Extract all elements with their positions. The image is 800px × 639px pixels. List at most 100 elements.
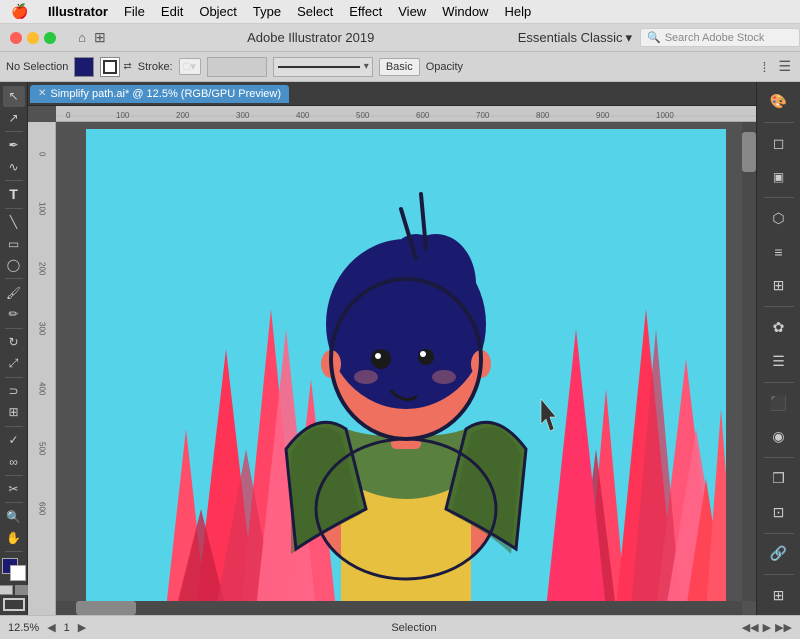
- appearance-btn[interactable]: ⬛: [763, 388, 795, 419]
- type-tool[interactable]: T: [3, 184, 25, 205]
- pencil-tool[interactable]: ✏: [3, 304, 25, 325]
- blend-tool[interactable]: ∞: [3, 451, 25, 472]
- tool-separator-1: [5, 131, 23, 132]
- basic-label[interactable]: Basic: [379, 58, 420, 76]
- align-icon[interactable]: ⁞: [760, 59, 770, 75]
- canvas-wrap[interactable]: 0 100 200 300 400 500 600 700 800 900 10…: [28, 106, 756, 615]
- svg-text:100: 100: [116, 111, 130, 120]
- links-btn[interactable]: 🔗: [763, 539, 795, 570]
- menu-help[interactable]: Help: [496, 4, 539, 19]
- scissors-tool[interactable]: ✂: [3, 479, 25, 500]
- menu-edit[interactable]: Edit: [153, 4, 191, 19]
- svg-text:1000: 1000: [656, 111, 674, 120]
- stroke-value[interactable]: [207, 57, 267, 77]
- menu-type[interactable]: Type: [245, 4, 289, 19]
- status-bar: 12.5% ◀ 1 ▶ Selection ◀◀ ▶ ▶▶: [0, 615, 800, 639]
- svg-text:900: 900: [596, 111, 610, 120]
- maximize-button[interactable]: [44, 32, 56, 44]
- select-tool[interactable]: ↖: [3, 86, 25, 107]
- app-name[interactable]: Illustrator: [40, 4, 116, 19]
- menu-view[interactable]: View: [390, 4, 434, 19]
- options-bar: No Selection ⇄ Stroke: □ ▾ ▾ Basic Opaci…: [0, 52, 800, 82]
- stroke-color[interactable]: [100, 57, 120, 77]
- menu-effect[interactable]: Effect: [341, 4, 390, 19]
- menu-icon[interactable]: ☰: [775, 58, 794, 75]
- symbols-btn[interactable]: ✿: [763, 312, 795, 343]
- pen-tool[interactable]: ✒: [3, 135, 25, 156]
- gradient-panel-btn[interactable]: ▣: [763, 161, 795, 192]
- swap-icon[interactable]: ⇄: [123, 61, 131, 72]
- fill-color[interactable]: [74, 57, 94, 77]
- layers-btn[interactable]: ❒: [763, 463, 795, 494]
- menu-object[interactable]: Object: [191, 4, 245, 19]
- stroke-label: Stroke:: [138, 61, 173, 73]
- scrollbar-h-thumb[interactable]: [76, 601, 136, 615]
- next-page-button[interactable]: ▶: [78, 621, 86, 634]
- tool-separator-9: [5, 502, 23, 503]
- align-btn[interactable]: ≡: [763, 237, 795, 268]
- anim-play-button[interactable]: ▶: [763, 621, 771, 634]
- color-panel-btn[interactable]: 🎨: [763, 86, 795, 117]
- home-button[interactable]: ⌂: [70, 26, 94, 50]
- r-separator-1: [764, 122, 794, 123]
- r-separator-5: [764, 457, 794, 458]
- pathfinder-btn[interactable]: ⊞: [763, 271, 795, 302]
- minimize-button[interactable]: [27, 32, 39, 44]
- rotate-tool[interactable]: ↻: [3, 331, 25, 352]
- prev-page-button[interactable]: ◀: [47, 621, 55, 634]
- scrollbar-horizontal[interactable]: [56, 601, 742, 615]
- transform-btn[interactable]: ⬡: [763, 203, 795, 234]
- zoom-tool[interactable]: 🔍: [3, 506, 25, 527]
- line-tool[interactable]: ╲: [3, 212, 25, 233]
- free-transform-tool[interactable]: ⊞: [3, 402, 25, 423]
- properties-btn[interactable]: ⊞: [763, 580, 795, 611]
- stroke-panel-btn[interactable]: ◻: [763, 128, 795, 159]
- svg-text:200: 200: [176, 111, 190, 120]
- brushes-btn[interactable]: ☰: [763, 346, 795, 377]
- workspace-selector[interactable]: Essentials Classic ▾: [510, 30, 640, 46]
- menu-window[interactable]: Window: [434, 4, 496, 19]
- stroke-selector[interactable]: □ ▾: [179, 58, 201, 75]
- grid-icon[interactable]: ⊞: [94, 29, 106, 46]
- scrollbar-vertical[interactable]: [742, 122, 756, 601]
- svg-text:600: 600: [38, 502, 47, 516]
- anim-prev-button[interactable]: ◀◀: [742, 621, 759, 634]
- stroke-icon: □: [184, 61, 191, 73]
- apple-logo[interactable]: 🍎: [0, 3, 40, 20]
- background-color[interactable]: [10, 565, 26, 581]
- document-tab[interactable]: ✕ Simplify path.ai* @ 12.5% (RGB/GPU Pre…: [30, 85, 289, 103]
- normal-mode[interactable]: [0, 585, 13, 595]
- search-stock[interactable]: 🔍 Search Adobe Stock: [640, 28, 800, 47]
- warp-tool[interactable]: ⊃: [3, 381, 25, 402]
- color-selector[interactable]: [2, 558, 26, 580]
- scale-tool[interactable]: ⤢: [3, 353, 25, 374]
- close-button[interactable]: [10, 32, 22, 44]
- eyedropper-tool[interactable]: ✓: [3, 430, 25, 451]
- ruler-h-ticks: 0 100 200 300 400 500 600 700 800 900 10…: [56, 106, 756, 122]
- screen-mode[interactable]: [15, 585, 29, 595]
- menu-file[interactable]: File: [116, 4, 153, 19]
- curvature-tool[interactable]: ∿: [3, 157, 25, 178]
- paintbrush-tool[interactable]: 🖌: [3, 282, 25, 303]
- direct-select-tool[interactable]: ↗: [3, 108, 25, 129]
- rect-tool[interactable]: ▭: [3, 233, 25, 254]
- stroke-style[interactable]: ▾: [273, 57, 373, 77]
- tab-title: Simplify path.ai* @ 12.5% (RGB/GPU Previ…: [50, 88, 281, 100]
- artboard: [86, 129, 726, 609]
- graphic-styles-btn[interactable]: ◉: [763, 421, 795, 452]
- menu-select[interactable]: Select: [289, 4, 341, 19]
- svg-text:0: 0: [38, 152, 47, 157]
- svg-text:0: 0: [66, 111, 71, 120]
- hand-tool[interactable]: ✋: [3, 528, 25, 549]
- scrollbar-v-thumb[interactable]: [742, 132, 756, 172]
- anim-next-button[interactable]: ▶▶: [775, 621, 792, 634]
- tab-bar: ✕ Simplify path.ai* @ 12.5% (RGB/GPU Pre…: [28, 82, 756, 106]
- artboards-btn[interactable]: ⊡: [763, 497, 795, 528]
- title-bar: ⌂ ⊞ Adobe Illustrator 2019 Essentials Cl…: [0, 24, 800, 52]
- r-separator-4: [764, 382, 794, 383]
- canvas-container: ✕ Simplify path.ai* @ 12.5% (RGB/GPU Pre…: [28, 82, 756, 615]
- tab-close-icon[interactable]: ✕: [38, 88, 46, 99]
- tool-separator-10: [5, 551, 23, 552]
- ellipse-tool[interactable]: ◯: [3, 255, 25, 276]
- artboard-mode[interactable]: [3, 598, 25, 611]
